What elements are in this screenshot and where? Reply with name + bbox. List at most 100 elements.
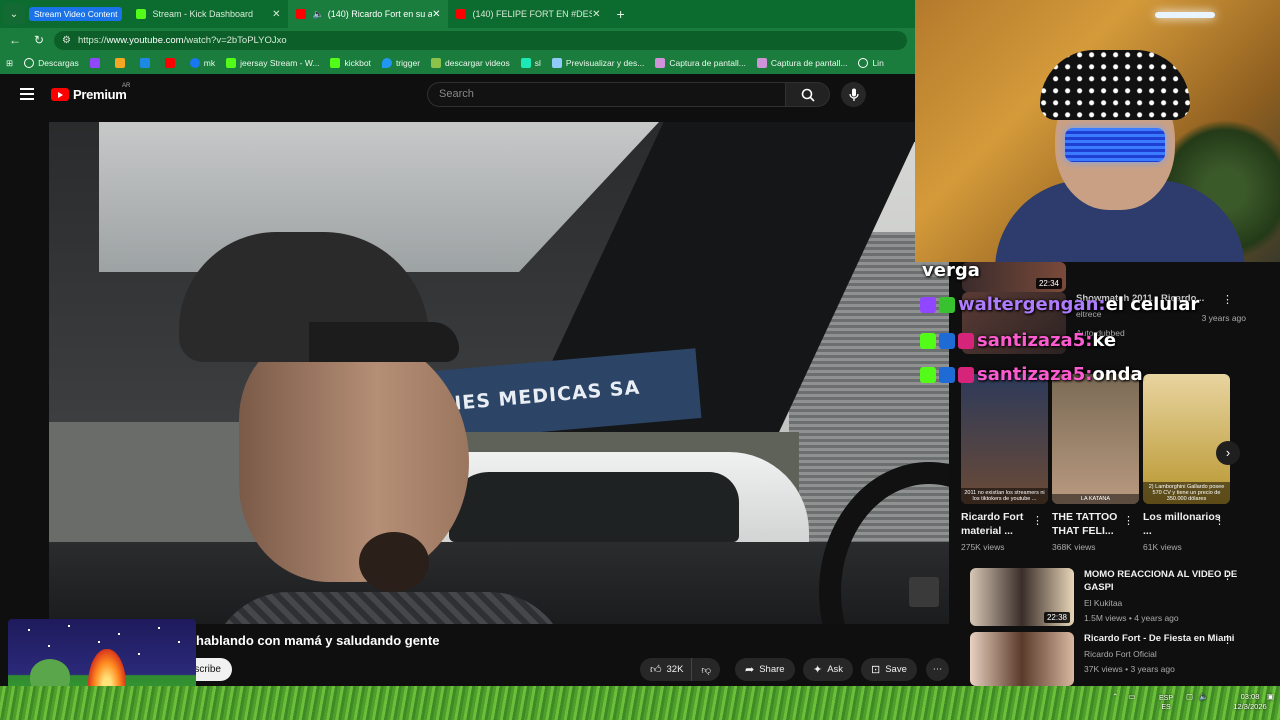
ask-button[interactable]: ✦ Ask [803, 658, 854, 681]
new-tab-button[interactable]: + [608, 6, 632, 22]
short-info[interactable]: THE TATTOO THAT FELI... 368K views [1052, 510, 1132, 553]
rp-icon [551, 58, 562, 68]
more-actions-button[interactable]: ⋯ [926, 658, 949, 681]
back-icon[interactable]: ← [6, 33, 24, 47]
chat-username: santizaza5: [977, 364, 1093, 385]
bookmark-icon: ⊡ [871, 664, 881, 676]
bookmark-item[interactable] [89, 58, 104, 68]
tab-label: (140) Ricardo Fort en su auto [327, 9, 433, 19]
save-button[interactable]: ⊡ Save [861, 658, 917, 681]
taskbar [0, 686, 1280, 720]
bookmark-label: trigger [395, 58, 421, 68]
short-title: Ricardo Fort material ... [961, 511, 1024, 537]
network-icon[interactable]: ▭ [1128, 692, 1135, 701]
chat-message: verga [922, 260, 980, 281]
chat-overlay: verga waltergengan: el celular santizaza… [920, 258, 1280, 398]
language-indicator[interactable]: ESP ES [1156, 694, 1176, 712]
volume-icon[interactable]: 🔈 [1199, 692, 1208, 701]
bookmark-item[interactable]: Lin [858, 58, 884, 68]
person [169, 232, 569, 624]
video-thumbnail[interactable] [970, 632, 1074, 686]
beard [359, 532, 429, 592]
bookmark-item[interactable] [164, 58, 179, 68]
dislike-button[interactable]: 👎︎ [691, 658, 721, 681]
chat-username: santizaza5: [977, 330, 1093, 351]
notification-icon[interactable]: ▣ [1267, 692, 1274, 701]
ceiling-lamp [1155, 12, 1215, 18]
close-icon[interactable]: ✕ [592, 9, 600, 20]
logo-text: Premium [73, 87, 127, 102]
bookmark-item[interactable]: trigger [381, 58, 421, 68]
chevron-up-icon[interactable]: ⌃ [1112, 692, 1118, 701]
tab-group-label[interactable]: Stream Video Content [29, 7, 123, 21]
more-icon[interactable]: ⋮ [1222, 633, 1233, 646]
bookmark-item[interactable]: Previsualizar y des... [551, 58, 644, 68]
shorts-next-button[interactable]: › [1216, 441, 1240, 465]
recommended-video[interactable]: Ricardo Fort - De Fiesta en Miami Ricard… [970, 632, 1254, 686]
monitor-icon[interactable]: ▢ [1186, 692, 1193, 701]
thumbs-up-icon: 👍︎ [650, 664, 662, 676]
kick-icon [330, 58, 341, 68]
short-views: 368K views [1052, 542, 1096, 552]
youtube-premium-logo[interactable]: Premium AR [51, 83, 130, 102]
browser-tab-strip: ⌄ Stream Video Content Stream - Kick Das… [0, 0, 915, 28]
bookmark-item[interactable]: Captura de pantall... [655, 58, 746, 68]
video-player[interactable]: AGENES MEDICAS SA [49, 122, 949, 624]
sparkle-icon: ✦ [813, 664, 823, 676]
bookmark-item[interactable]: kickbot [330, 58, 371, 68]
more-icon[interactable]: ⋮ [1214, 514, 1225, 527]
recommended-video[interactable]: 22:38 MOMO REACCIONA AL VIDEO DE GASPI E… [970, 568, 1254, 626]
bookmark-item[interactable] [114, 58, 129, 68]
tab-ricardo-fort[interactable]: 🔈 (140) Ricardo Fort en su auto ✕ [288, 0, 449, 28]
voice-search-button[interactable] [841, 82, 866, 107]
hamburger-menu-icon[interactable] [20, 88, 34, 100]
bookmark-item[interactable]: mk [189, 58, 215, 68]
speaker-icon[interactable]: 🔈 [312, 9, 323, 20]
ask-wrap: ✦ Ask [803, 658, 854, 681]
bookmark-item[interactable]: Captura de pantall... [756, 58, 847, 68]
url-field[interactable]: ⚙ https://www.youtube.com/watch?v=2bToPL… [54, 30, 907, 50]
bookmark-item[interactable] [139, 58, 154, 68]
orange-icon [114, 58, 125, 68]
tab-felipe-fort[interactable]: (140) FELIPE FORT EN #DESENCRI ✕ [448, 0, 608, 28]
short-info[interactable]: Los millonarios ... 61K views [1143, 510, 1223, 553]
subscribe-button[interactable]: scribe [190, 658, 232, 681]
twitch-badge-icon [920, 296, 936, 313]
video-meta: 37K views • 3 years ago [1084, 664, 1175, 674]
url-path: /watch?v=2bToPLYOJxo [183, 34, 287, 46]
bookmark-item[interactable]: descargar videos [431, 58, 510, 68]
chat-text: onda [1092, 364, 1143, 385]
bookmark-label: sl [534, 58, 541, 68]
site-info-icon[interactable]: ⚙ [62, 35, 71, 46]
share-button[interactable]: ➦ Share [735, 658, 795, 681]
apps-icon[interactable]: ⊞ [6, 58, 13, 69]
led-glasses [1065, 128, 1165, 162]
video-title: hablando con mamá y saludando gente [196, 633, 440, 648]
share-wrap: ➦ Share [735, 658, 795, 681]
bookmark-item[interactable]: sl [520, 58, 541, 68]
search-input[interactable]: Search [427, 82, 786, 107]
tab-search-button[interactable]: ⌄ [3, 3, 25, 25]
webcam-feed [915, 0, 1280, 262]
video-thumbnail[interactable]: 22:38 [970, 568, 1074, 626]
bookmark-item[interactable]: jeersay Stream - W... [226, 58, 319, 68]
youtube-logo-icon [51, 88, 69, 101]
close-icon[interactable]: ✕ [272, 9, 280, 20]
short-info[interactable]: Ricardo Fort material ... 275K views [961, 510, 1041, 553]
blue-icon [139, 58, 150, 68]
pen-icon [756, 58, 767, 68]
notification-wrap: ▣ [1267, 692, 1274, 701]
taskbar-clock[interactable]: 03:08 12/3/2026 [1232, 692, 1268, 712]
more-icon[interactable]: ⋮ [1032, 514, 1043, 527]
close-icon[interactable]: ✕ [432, 9, 440, 20]
channel-name: Ricardo Fort Oficial [1084, 649, 1157, 659]
bookmark-item[interactable]: Descargas [24, 58, 79, 68]
kick-badge-icon [920, 366, 936, 383]
reload-icon[interactable]: ↻ [30, 33, 48, 47]
like-button[interactable]: 👍︎ 32K [640, 658, 692, 681]
twitch-icon [89, 58, 100, 68]
more-icon[interactable]: ⋮ [1222, 569, 1233, 582]
tab-kick-dashboard[interactable]: Stream - Kick Dashboard ✕ [128, 0, 288, 28]
more-icon[interactable]: ⋮ [1123, 514, 1134, 527]
search-button[interactable] [786, 82, 830, 107]
